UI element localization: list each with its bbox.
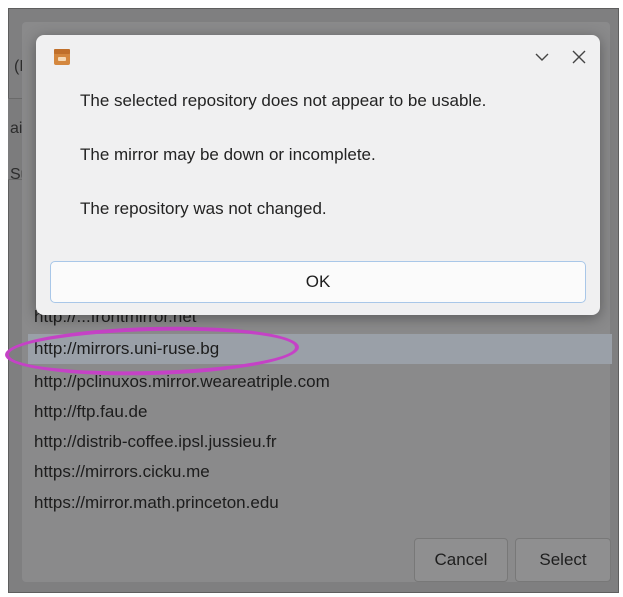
mirror-list-item[interactable]: http://distrib-coffee.ipsl.jussieu.fr (28, 427, 612, 457)
mirror-list-item[interactable]: https://mirror.math.princeton.edu (28, 488, 612, 518)
dialog-message: The mirror may be down or incomplete. (80, 145, 376, 164)
mirror-list-item[interactable]: http://ftp.fau.de (28, 397, 612, 427)
select-button[interactable]: Select (515, 538, 611, 582)
package-icon (54, 49, 70, 65)
close-icon[interactable] (569, 47, 589, 67)
error-dialog: The selected repository does not appear … (36, 35, 600, 315)
chevron-down-icon[interactable] (532, 47, 552, 67)
mirror-list-item[interactable]: https://mirrors.cicku.me (28, 457, 612, 487)
dialog-message: The selected repository does not appear … (80, 91, 487, 110)
cancel-button[interactable]: Cancel (414, 538, 508, 582)
ok-button[interactable]: OK (50, 261, 586, 303)
dialog-message: The repository was not changed. (80, 199, 327, 218)
